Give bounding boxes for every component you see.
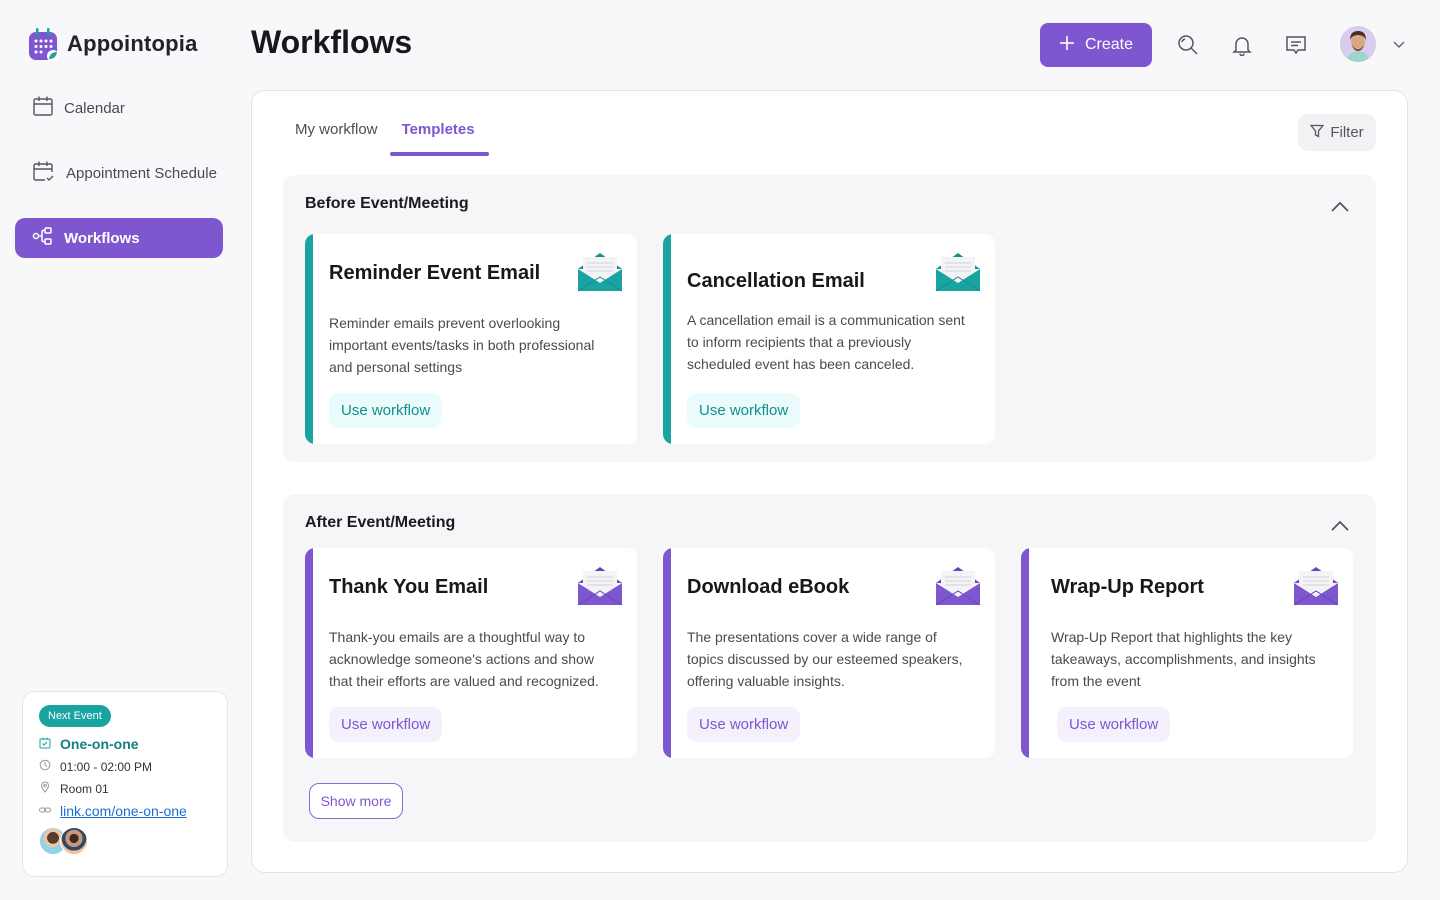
use-workflow-button[interactable]: Use workflow <box>1057 707 1171 742</box>
workflow-card: Thank You Email Thank-you emails are a t… <box>305 548 637 758</box>
tab-templetes[interactable]: Templetes <box>389 121 489 156</box>
app-logo[interactable]: Appointopia <box>28 27 198 62</box>
section-before-event: Before Event/Meeting Reminder Event Emai… <box>283 175 1376 462</box>
card-description: Reminder emails prevent overlooking impo… <box>329 315 595 375</box>
event-location-row: Room 01 <box>39 781 211 796</box>
filter-label: Filter <box>1330 124 1364 141</box>
card-title: Download eBook <box>687 576 850 598</box>
cards-row: Thank You Email Thank-you emails are a t… <box>305 548 1353 758</box>
use-workflow-button[interactable]: Use workflow <box>329 393 443 428</box>
calendar-check-icon <box>39 736 51 752</box>
event-title-row: One-on-one <box>39 736 211 752</box>
attendee-avatar[interactable] <box>60 827 88 855</box>
workflow-card: Download eBook The presentations cover a… <box>663 548 995 758</box>
card-title: Wrap-Up Report <box>1051 576 1204 598</box>
sidebar-nav: Calendar Appointment Schedule Workflows <box>15 88 223 258</box>
workflow-card: Cancellation Email A cancellation email … <box>663 234 995 444</box>
envelope-open-icon <box>577 249 623 293</box>
envelope-open-icon <box>1293 563 1339 607</box>
sidebar-item-label: Appointment Schedule <box>66 164 217 182</box>
sidebar-item-workflows[interactable]: Workflows <box>15 218 223 258</box>
section-title: Before Event/Meeting <box>305 195 469 212</box>
event-time-row: 01:00 - 02:00 PM <box>39 759 211 774</box>
envelope-open-icon <box>577 563 623 607</box>
card-description: The presentations cover a wide range of … <box>687 629 963 689</box>
card-description: Thank-you emails are a thoughtful way to… <box>329 629 599 689</box>
message-icon[interactable] <box>1284 33 1308 57</box>
event-location: Room 01 <box>60 781 109 796</box>
cards-row: Reminder Event Email Reminder emails pre… <box>305 234 995 444</box>
next-event-card: Next Event One-on-one 01:00 - 02:00 PM R… <box>22 691 228 877</box>
chevron-up-icon[interactable] <box>1328 514 1352 538</box>
show-more-button[interactable]: Show more <box>309 783 403 819</box>
sidebar-item-appointment-schedule[interactable]: Appointment Schedule <box>15 153 223 193</box>
event-time: 01:00 - 02:00 PM <box>60 759 153 774</box>
tab-my-workflow[interactable]: My workflow <box>295 121 378 156</box>
sidebar-item-label: Calendar <box>64 99 125 117</box>
card-title: Thank You Email <box>329 576 489 598</box>
section-after-event: After Event/Meeting Thank You Email Than… <box>283 494 1376 842</box>
link-icon <box>39 804 51 819</box>
section-title: After Event/Meeting <box>305 514 456 531</box>
filter-button[interactable]: Filter <box>1298 114 1376 151</box>
use-workflow-button[interactable]: Use workflow <box>687 393 801 428</box>
workflow-card: Wrap-Up Report Wrap-Up Report that highl… <box>1021 548 1353 758</box>
create-label: Create <box>1084 36 1134 53</box>
user-avatar[interactable] <box>1340 26 1376 62</box>
tab-bar: My workflow Templetes <box>295 121 489 156</box>
workflow-card: Reminder Event Email Reminder emails pre… <box>305 234 637 444</box>
plus-icon <box>1059 35 1075 56</box>
workflows-panel: My workflow Templetes Filter Before Even… <box>251 90 1408 873</box>
calendar-check-icon <box>32 160 56 186</box>
card-description: A cancellation email is a communication … <box>687 312 965 372</box>
attendee-avatars <box>39 827 211 855</box>
sidebar-item-label: Workflows <box>64 229 140 247</box>
sidebar-item-calendar[interactable]: Calendar <box>15 88 223 128</box>
card-title: Reminder Event Email <box>329 262 541 284</box>
use-workflow-button[interactable]: Use workflow <box>687 707 801 742</box>
chevron-down-icon[interactable] <box>1392 37 1406 56</box>
bell-icon[interactable] <box>1230 33 1254 57</box>
use-workflow-button[interactable]: Use workflow <box>329 707 443 742</box>
search-icon[interactable] <box>1176 33 1200 57</box>
location-pin-icon <box>39 781 51 796</box>
event-link-row: link.com/one-on-one <box>39 803 211 819</box>
workflow-icon <box>32 226 54 250</box>
logo-calendar-icon <box>28 27 59 62</box>
card-title: Cancellation Email <box>687 270 865 292</box>
envelope-open-icon <box>935 249 981 293</box>
next-event-badge: Next Event <box>39 705 111 727</box>
create-button[interactable]: Create <box>1040 23 1152 67</box>
clock-icon <box>39 759 51 774</box>
envelope-open-icon <box>935 563 981 607</box>
event-title: One-on-one <box>60 736 139 752</box>
page-title: Workflows <box>251 24 413 60</box>
chevron-up-icon[interactable] <box>1328 195 1352 219</box>
app-name: Appointopia <box>67 31 198 56</box>
calendar-icon <box>32 95 54 121</box>
event-link[interactable]: link.com/one-on-one <box>60 803 187 819</box>
filter-icon <box>1309 124 1325 142</box>
card-description: Wrap-Up Report that highlights the key t… <box>1051 629 1316 689</box>
